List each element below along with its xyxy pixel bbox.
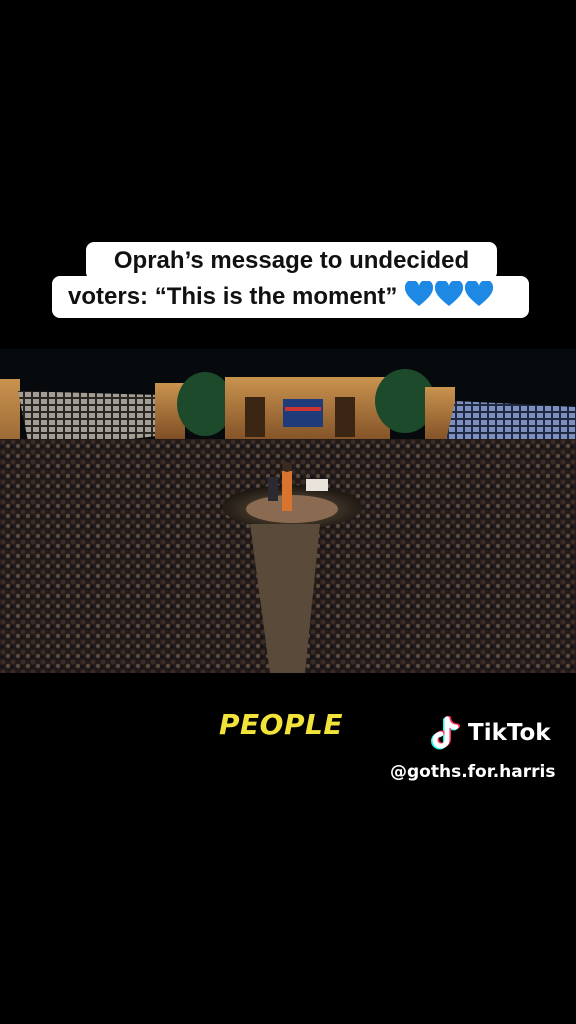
video-frame[interactable] [0,349,576,673]
blue-heart-icon [434,279,464,315]
caption-text-2: voters: “This is the moment” [68,283,398,310]
creator-handle[interactable]: @goths.for.harris [390,762,555,782]
subtitle-text: PEOPLE [219,708,343,741]
caption-line-2: voters: “This is the moment” [52,276,529,318]
arena-scene-illustration [0,349,576,673]
blue-heart-icon [404,279,434,315]
caption-text-1: Oprah’s message to undecided [113,247,470,274]
blue-heart-icon [464,279,494,315]
caption-line-1: Oprah’s message to undecided [86,242,497,280]
tiktok-logo-icon [427,715,463,754]
tiktok-brand-text: TikTok [468,720,551,746]
